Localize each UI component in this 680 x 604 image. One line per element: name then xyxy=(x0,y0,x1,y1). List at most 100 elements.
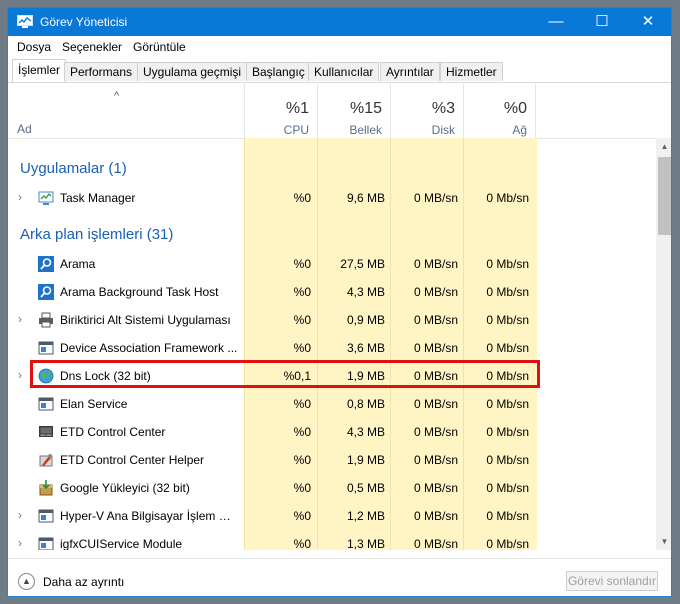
process-cpu: %0 xyxy=(293,537,311,550)
process-cpu: %0 xyxy=(293,341,311,355)
process-name: Arama Background Task Host xyxy=(60,285,219,299)
process-disk: 0 MB/sn xyxy=(413,257,458,271)
process-disk: 0 MB/sn xyxy=(413,537,458,550)
process-row[interactable]: › Task Manager %0 9,6 MB 0 MB/sn 0 Mb/sn xyxy=(8,184,656,212)
disk-label: Disk xyxy=(431,123,455,137)
column-header-name[interactable]: ^ Ad xyxy=(8,82,244,138)
process-disk: 0 MB/sn xyxy=(413,425,458,439)
expand-chevron-icon[interactable]: › xyxy=(18,508,22,522)
end-task-button[interactable]: Görevi sonlandır xyxy=(566,571,658,591)
process-name: Elan Service xyxy=(60,397,128,411)
expand-chevron-icon[interactable]: › xyxy=(18,190,22,204)
process-cpu: %0 xyxy=(293,313,311,327)
footer-bar: ▲ Daha az ayrıntı Görevi sonlandır xyxy=(8,558,671,596)
service-window-icon xyxy=(38,537,54,550)
process-name: Biriktirici Alt Sistemi Uygulaması xyxy=(60,313,231,327)
menu-options[interactable]: Seçenekler xyxy=(62,40,122,54)
cpu-label: CPU xyxy=(283,123,309,137)
process-cpu: %0 xyxy=(293,257,311,271)
column-header: ^ Ad %1 CPU %15 Bellek %3 Disk %0 Ağ xyxy=(8,82,671,139)
touchpad-icon xyxy=(39,426,53,437)
wrench-icon xyxy=(39,454,53,467)
process-cpu: %0 xyxy=(293,481,311,495)
process-row[interactable]: › Hyper-V Ana Bilgisayar İşlem Hi... %0 … xyxy=(8,502,656,530)
process-disk: 0 MB/sn xyxy=(413,341,458,355)
process-network: 0 Mb/sn xyxy=(486,341,529,355)
process-name: Device Association Framework ... xyxy=(60,341,238,355)
process-disk: 0 MB/sn xyxy=(413,481,458,495)
process-network: 0 Mb/sn xyxy=(486,425,529,439)
process-memory: 0,5 MB xyxy=(346,481,385,495)
column-header-disk[interactable]: %3 Disk xyxy=(390,82,463,138)
memory-total: %15 xyxy=(349,100,382,117)
service-window-icon xyxy=(38,397,54,411)
process-memory: 1,2 MB xyxy=(346,509,385,523)
column-header-network[interactable]: %0 Ağ xyxy=(463,82,536,138)
process-memory: 0,9 MB xyxy=(346,313,385,327)
column-header-cpu[interactable]: %1 CPU xyxy=(244,82,317,138)
process-memory: 0,8 MB xyxy=(346,397,385,411)
process-cpu: %0 xyxy=(293,191,311,205)
process-memory: 27,5 MB xyxy=(340,257,385,271)
maximize-button[interactable]: ☐ xyxy=(579,8,625,36)
process-memory: 1,3 MB xyxy=(346,537,385,550)
title-bar[interactable]: Görev Yöneticisi — ☐ ✕ xyxy=(8,8,671,36)
process-network: 0 Mb/sn xyxy=(486,537,529,550)
scroll-up-icon[interactable]: ▲ xyxy=(656,138,671,155)
process-cpu: %0 xyxy=(293,285,311,299)
expand-chevron-icon[interactable]: › xyxy=(18,536,22,550)
column-header-memory[interactable]: %15 Bellek xyxy=(317,82,390,138)
tab-bar: İşlemler Performans Uygulama geçmişi Baş… xyxy=(8,56,671,83)
installer-icon xyxy=(39,480,53,496)
process-row[interactable]: › Biriktirici Alt Sistemi Uygulaması %0 … xyxy=(8,306,656,334)
process-name: igfxCUIService Module xyxy=(60,537,183,550)
sort-ascending-icon: ^ xyxy=(114,90,120,102)
process-memory: 3,6 MB xyxy=(346,341,385,355)
process-row[interactable]: Device Association Framework ... %0 3,6 … xyxy=(8,334,656,362)
expand-chevron-icon[interactable]: › xyxy=(18,368,22,382)
process-name: Arama xyxy=(60,257,96,271)
process-row[interactable]: Elan Service %0 0,8 MB 0 MB/sn 0 Mb/sn xyxy=(8,390,656,418)
service-window-icon xyxy=(38,509,54,523)
close-button[interactable]: ✕ xyxy=(625,8,671,36)
tab-processes[interactable]: İşlemler xyxy=(12,59,67,82)
process-memory: 9,6 MB xyxy=(346,191,385,205)
column-name-label: Ad xyxy=(17,122,32,136)
process-row[interactable]: ETD Control Center %0 4,3 MB 0 MB/sn 0 M… xyxy=(8,418,656,446)
tab-app-history[interactable]: Uygulama geçmişi xyxy=(137,62,248,81)
tab-performance[interactable]: Performans xyxy=(64,62,139,81)
menu-file[interactable]: Dosya xyxy=(17,40,51,54)
tab-startup[interactable]: Başlangıç xyxy=(246,62,311,81)
process-network: 0 Mb/sn xyxy=(486,509,529,523)
process-disk: 0 MB/sn xyxy=(413,509,458,523)
selection-highlight-box xyxy=(30,360,540,388)
window-title: Görev Yöneticisi xyxy=(40,15,128,29)
process-row[interactable]: Arama %0 27,5 MB 0 MB/sn 0 Mb/sn xyxy=(8,250,656,278)
minimize-button[interactable]: — xyxy=(533,8,579,36)
process-cpu: %0 xyxy=(293,509,311,523)
chevron-up-icon[interactable]: ▲ xyxy=(18,573,35,590)
process-disk: 0 MB/sn xyxy=(413,313,458,327)
expand-chevron-icon[interactable]: › xyxy=(18,312,22,326)
vertical-scrollbar[interactable]: ▲ ▼ xyxy=(656,138,671,550)
process-name: ETD Control Center xyxy=(60,425,166,439)
tab-users[interactable]: Kullanıcılar xyxy=(308,62,380,81)
process-row[interactable]: › igfxCUIService Module %0 1,3 MB 0 MB/s… xyxy=(8,530,656,550)
process-row[interactable]: ETD Control Center Helper %0 1,9 MB 0 MB… xyxy=(8,446,656,474)
process-list: Uygulamalar (1) › Task Manager %0 9,6 MB… xyxy=(8,138,656,550)
process-row[interactable]: Google Yükleyici (32 bit) %0 0,5 MB 0 MB… xyxy=(8,474,656,502)
scrollbar-thumb[interactable] xyxy=(658,157,671,235)
fewer-details-link[interactable]: Daha az ayrıntı xyxy=(43,575,124,589)
group-apps: Uygulamalar (1) xyxy=(20,160,127,177)
process-name: ETD Control Center Helper xyxy=(60,453,205,467)
task-manager-icon xyxy=(38,191,54,205)
process-network: 0 Mb/sn xyxy=(486,453,529,467)
tab-details[interactable]: Ayrıntılar xyxy=(380,62,440,81)
process-row[interactable]: Arama Background Task Host %0 4,3 MB 0 M… xyxy=(8,278,656,306)
tab-services[interactable]: Hizmetler xyxy=(440,62,503,81)
menu-view[interactable]: Görüntüle xyxy=(133,40,186,54)
task-manager-icon xyxy=(17,15,33,28)
scroll-down-icon[interactable]: ▼ xyxy=(656,533,671,550)
process-disk: 0 MB/sn xyxy=(413,285,458,299)
network-total: %0 xyxy=(503,100,527,117)
